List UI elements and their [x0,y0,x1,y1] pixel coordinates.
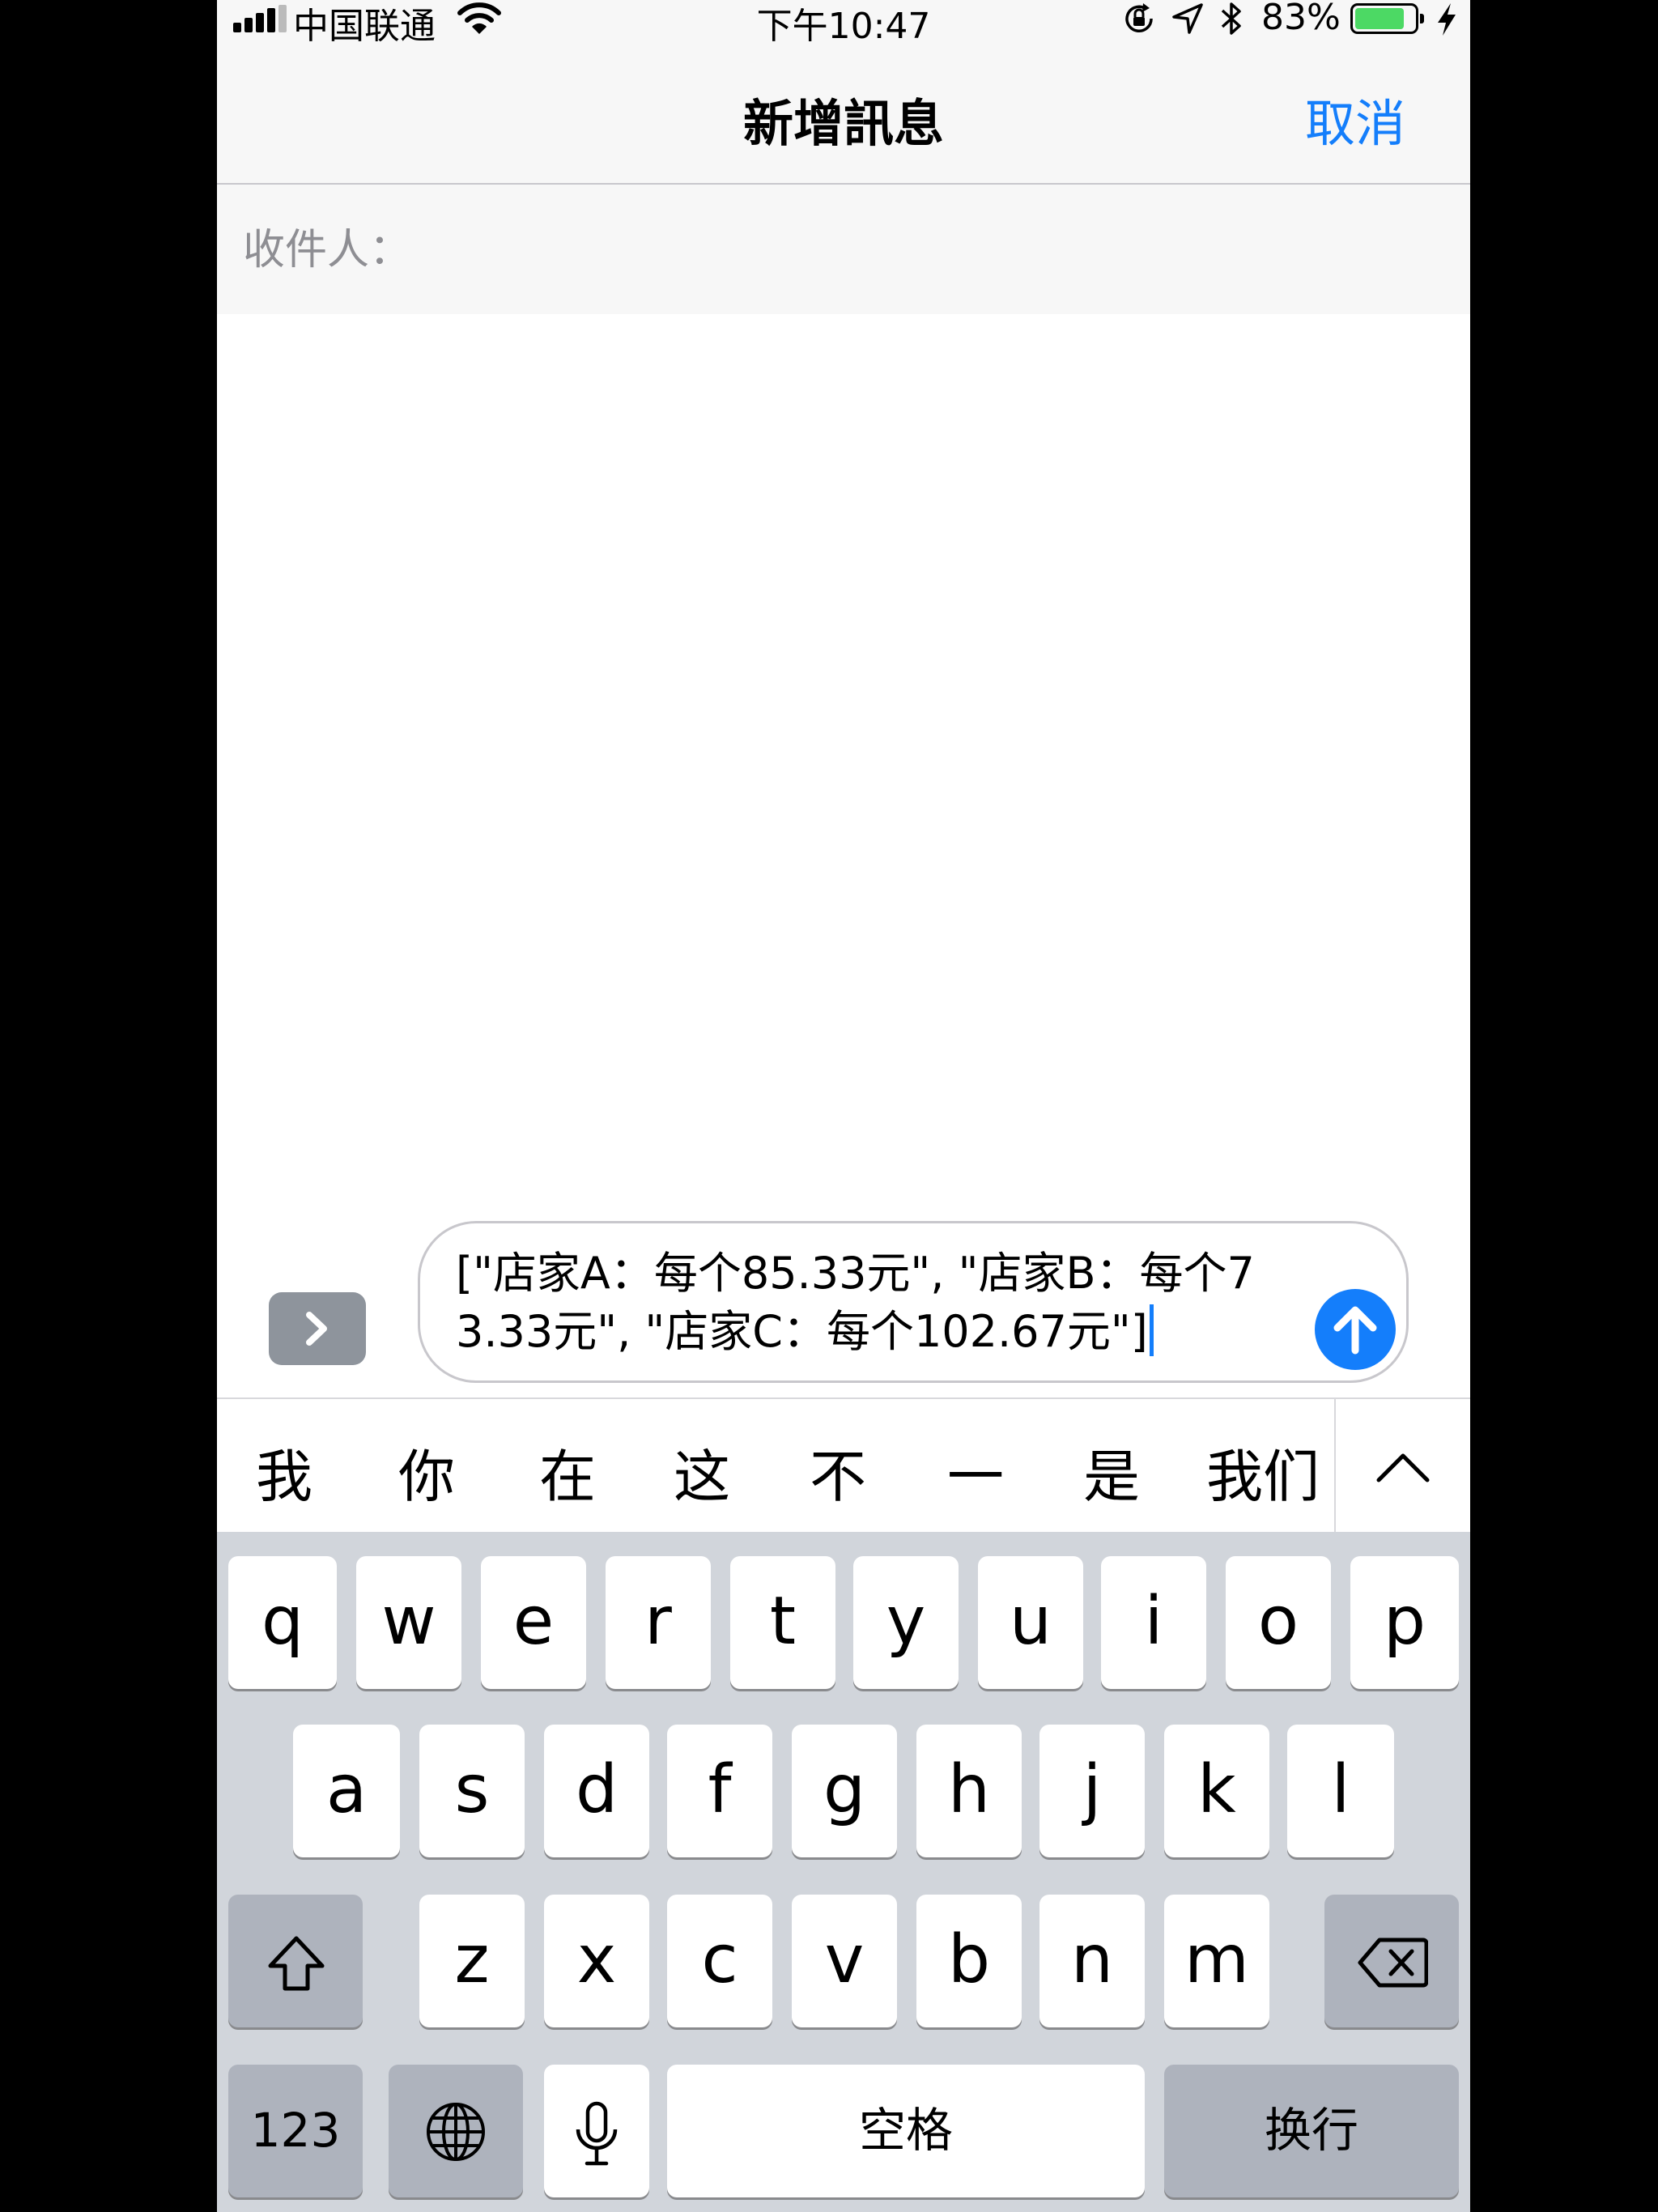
microphone-icon [576,2101,618,2166]
delete-icon [1358,1938,1428,1988]
key-u[interactable]: u [978,1556,1083,1689]
key-f[interactable]: f [667,1725,772,1857]
recipient-input[interactable] [403,209,1378,283]
globe-icon [427,2103,485,2161]
key-d[interactable]: d [544,1725,649,1857]
key-j[interactable]: j [1039,1725,1145,1857]
delete-key[interactable] [1324,1895,1459,2027]
key-z[interactable]: z [419,1895,525,2027]
message-text: ["店家A：每个85.33元", "店家B：每个73.33元", "店家C：每个… [456,1248,1255,1357]
candidate-word[interactable]: 不 [785,1431,891,1513]
key-v[interactable]: v [792,1895,897,2027]
key-m[interactable]: m [1164,1895,1269,2027]
key-i[interactable]: i [1101,1556,1206,1689]
chevron-up-icon[interactable] [1350,1431,1456,1504]
candidate-word[interactable]: 我 [232,1431,337,1513]
send-button[interactable] [1315,1289,1396,1370]
phone-screen: 中国联通 下午10:47 83% 新增訊息 取消 收件人： ["店家A：每个85… [217,0,1470,2212]
key-s[interactable]: s [419,1725,525,1857]
candidate-word[interactable]: 你 [374,1431,479,1513]
message-input[interactable]: ["店家A：每个85.33元", "店家B：每个73.33元", "店家C：每个… [418,1221,1409,1383]
page-title: 新增訊息 [742,94,944,153]
keyboard: q w e r t y u i o p a s d f g h j k l z … [217,1532,1470,2212]
globe-key[interactable] [389,2065,523,2197]
key-e[interactable]: e [481,1556,586,1689]
recipient-row: 收件人： [217,185,1470,314]
conversation-area [217,314,1470,1221]
candidate-word[interactable]: 在 [515,1431,620,1513]
key-o[interactable]: o [1226,1556,1331,1689]
key-h[interactable]: h [916,1725,1022,1857]
status-bar: 中国联通 下午10:47 83% [217,0,1470,47]
recipient-label: 收件人： [243,226,412,274]
candidate-word[interactable]: 这 [649,1431,755,1513]
battery-percent: 83% [1261,0,1341,38]
key-p[interactable]: p [1350,1556,1459,1689]
dictation-key[interactable] [544,2065,649,2197]
numbers-key[interactable]: 123 [228,2065,363,2197]
key-w[interactable]: w [356,1556,461,1689]
return-key[interactable]: 换行 [1164,2065,1459,2197]
space-key[interactable]: 空格 [667,2065,1145,2197]
bluetooth-icon [1221,2,1241,35]
chevron-right-icon [306,1312,327,1346]
key-c[interactable]: c [667,1895,772,2027]
shift-icon [268,1936,325,1991]
candidate-bar: 我 你 在 这 不 一 是 我们 [217,1397,1470,1534]
candidate-divider [1334,1399,1336,1534]
key-l[interactable]: l [1287,1725,1394,1857]
candidate-word[interactable]: 我们 [1198,1431,1328,1513]
key-y[interactable]: y [853,1556,959,1689]
cancel-button[interactable]: 取消 [1305,83,1405,155]
key-q[interactable]: q [228,1556,337,1689]
candidate-word[interactable]: 是 [1059,1431,1164,1513]
key-t[interactable]: t [730,1556,835,1689]
text-caret [1149,1304,1154,1356]
arrow-up-icon [1333,1306,1377,1355]
key-n[interactable]: n [1039,1895,1145,2027]
key-a[interactable]: a [293,1725,400,1857]
key-g[interactable]: g [792,1725,897,1857]
battery-icon [1350,3,1424,34]
navigation-header: 中国联通 下午10:47 83% 新增訊息 取消 [217,0,1470,185]
key-r[interactable]: r [606,1556,711,1689]
key-k[interactable]: k [1164,1725,1269,1857]
charging-icon [1438,3,1456,36]
orientation-lock-icon [1125,3,1153,32]
shift-key[interactable] [228,1895,363,2027]
key-x[interactable]: x [544,1895,649,2027]
expand-apps-button[interactable] [269,1292,366,1365]
key-b[interactable]: b [916,1895,1022,2027]
candidate-word[interactable]: 一 [923,1431,1028,1513]
location-icon [1172,3,1203,34]
